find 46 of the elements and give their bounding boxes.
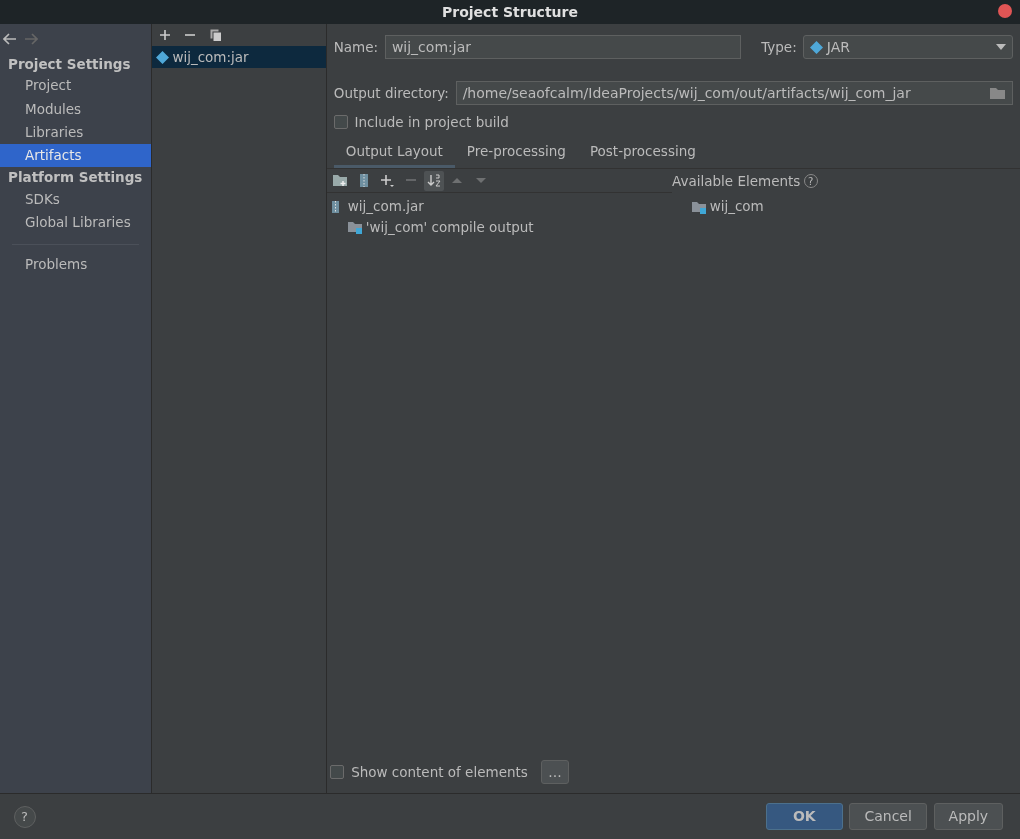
add-icon[interactable]: [380, 173, 395, 188]
help-button[interactable]: ?: [13, 805, 36, 828]
type-label: Type:: [761, 37, 797, 57]
back-arrow-icon[interactable]: [3, 33, 18, 45]
sort-icon[interactable]: [426, 173, 441, 188]
artifact-list-item[interactable]: wij_com:jar: [152, 46, 326, 69]
dialog-button[interactable]: Apply: [933, 803, 1004, 830]
tab[interactable]: Output Layout: [333, 136, 455, 168]
checkbox[interactable]: [330, 765, 345, 779]
type-dropdown[interactable]: JAR: [803, 35, 1014, 59]
artifact-icon: [156, 50, 169, 64]
dialog-button[interactable]: Cancel: [849, 803, 927, 830]
show-content-label: Show content of elements: [351, 762, 528, 782]
sidebar-item[interactable]: Project: [0, 74, 151, 98]
sidebar-item[interactable]: Libraries: [0, 120, 151, 144]
sidebar-item[interactable]: Problems: [0, 253, 151, 277]
dialog-button[interactable]: OK: [765, 803, 843, 830]
caret-icon: [996, 44, 1007, 50]
name-label: Name:: [333, 37, 379, 57]
more-button[interactable]: ...: [541, 760, 569, 784]
output-directory-field[interactable]: /home/seaofcalm/IdeaProjects/wij_com/out/artifacts/wij_com_jar: [455, 81, 1014, 105]
checkbox[interactable]: [333, 115, 348, 130]
module-folder-icon: [692, 199, 707, 214]
close-icon[interactable]: [998, 4, 1012, 18]
name-field[interactable]: wij_com:jar: [384, 35, 741, 59]
add-icon[interactable]: [158, 29, 171, 41]
folder-icon[interactable]: [990, 87, 1007, 99]
copy-icon[interactable]: [209, 28, 222, 42]
new-folder-icon[interactable]: [333, 173, 348, 188]
tree-item[interactable]: wij_com: [692, 196, 1020, 217]
section-heading: Platform Settings: [7, 168, 144, 188]
sidebar-item[interactable]: SDKs: [0, 187, 151, 211]
artifact-icon: [810, 40, 824, 54]
include-label: Include in project build: [354, 113, 509, 133]
sidebar-item[interactable]: Artifacts: [0, 144, 151, 168]
output-directory-label: Output directory:: [333, 83, 449, 103]
module-folder-icon: [348, 219, 363, 234]
tree-item[interactable]: 'wij_com' compile output: [330, 216, 669, 237]
sidebar-item[interactable]: Global Libraries: [0, 210, 151, 234]
tab[interactable]: Post-processing: [577, 136, 708, 168]
tab[interactable]: Pre-processing: [454, 136, 578, 168]
section-heading: Project Settings: [7, 55, 132, 74]
available-elements-heading: Available Elements: [672, 171, 801, 191]
sidebar-item[interactable]: Modules: [0, 97, 151, 121]
window-title: Project Structure: [442, 2, 578, 22]
tree-item[interactable]: wij_com.jar: [330, 196, 669, 217]
